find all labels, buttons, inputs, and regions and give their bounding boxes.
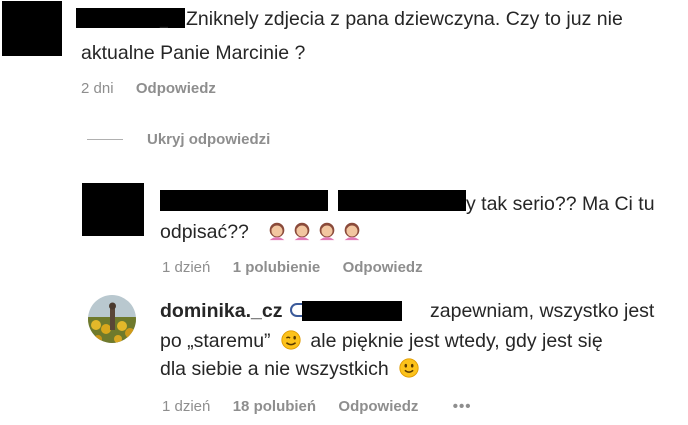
reply-button[interactable]: Odpowiedz [338,398,418,415]
username[interactable]: dominika._cz [160,300,282,322]
reply-text-line1: y tak serio?? Ma Ci tu [466,193,655,215]
comment-line1: dominika._cz [160,297,282,325]
mention-redacted[interactable] [338,190,466,211]
text-ale-pieknie: ale pięknie jest wtedy, gdy jest się [310,330,603,352]
comment-text-line1: Zniknely zdjecia z pana dziewczyna. Czy … [186,8,623,30]
comment-meta: 2 dni Odpowiedz [81,80,216,97]
hide-replies-line [87,139,123,140]
text-po-staremu: po „staremu” [160,330,271,352]
reply-button[interactable]: Odpowiedz [136,80,216,97]
slightly-smiling-face-icon [399,358,419,378]
reply-time[interactable]: 1 dzień [162,259,210,276]
woman-facepalming-icon [319,222,335,241]
woman-facepalming-icon [294,222,310,241]
hide-replies-button[interactable]: Ukryj odpowiedzi [147,131,270,148]
username-redacted[interactable] [160,190,328,211]
more-options-icon[interactable]: ••• [453,398,472,415]
avatar-image [88,295,136,343]
likes-count[interactable]: 1 polubienie [233,259,321,276]
username-redacted-2 [168,8,185,28]
woman-facepalming-icon [269,222,285,241]
comment-text-line3: dla siebie a nie wszystkich [160,355,423,383]
text-dla-siebie: dla siebie a nie wszystkich [160,358,389,380]
comment-meta: 1 dzień 18 polubień Odpowiedz ••• [162,398,472,415]
reply-text-line2: odpisać?? [160,218,366,246]
comment-text-line2: aktualne Panie Marcinie ? [81,42,306,64]
comment-time[interactable]: 1 dzień [162,398,210,415]
comment-text-line1: zapewniam, wszystko jest [430,300,655,322]
mention-redacted[interactable] [302,301,402,321]
avatar-redacted[interactable] [2,1,62,56]
username-redacted[interactable] [76,8,168,28]
comment-text-line2: po „staremu” ale pięknie jest wtedy, gdy… [160,327,603,355]
woman-facepalming-icon [344,222,360,241]
reply-button[interactable]: Odpowiedz [343,259,423,276]
likes-count[interactable]: 18 polubień [233,398,316,415]
reply-text-odpisac: odpisać?? [160,221,249,243]
avatar-redacted[interactable] [82,183,144,236]
winking-face-icon [281,330,301,350]
avatar[interactable] [88,295,136,343]
comment-time[interactable]: 2 dni [81,80,114,97]
reply-meta: 1 dzień 1 polubienie Odpowiedz [162,259,423,276]
